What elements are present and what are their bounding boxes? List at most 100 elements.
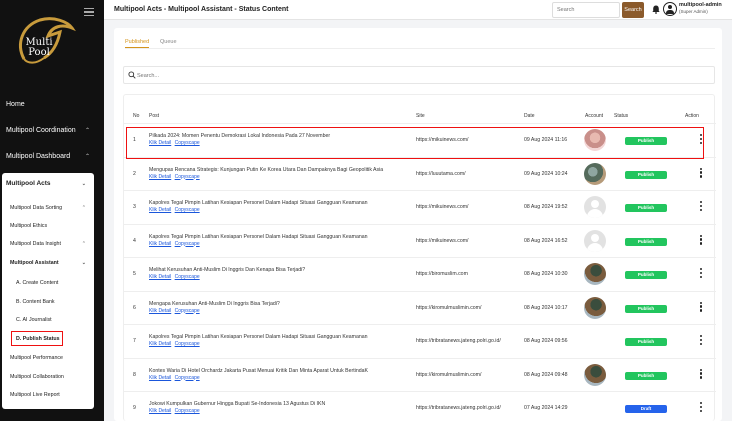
nav-item-ai-journalist[interactable]: C. AI Journalist xyxy=(2,315,94,325)
account-avatar xyxy=(584,296,606,319)
post-title: Kapolres Tegal Pimpin Latihan Kesiapan P… xyxy=(149,200,368,206)
status-badge: Publish xyxy=(625,338,667,346)
table-row: 2 Mengupas Rencana Strategis: Kunjungan … xyxy=(124,156,716,190)
post-date: 08 Aug 2024 10:30 xyxy=(524,271,568,277)
status-badge: Publish xyxy=(625,304,667,313)
header-search-button[interactable]: Search xyxy=(622,2,644,18)
row-number: 2 xyxy=(133,170,136,177)
top-header: Multipool Acts - Multipool Assistant - S… xyxy=(104,0,732,20)
nav-item-create-content[interactable]: A. Create Content xyxy=(2,278,94,288)
post-links: Klik Detail Copyscape xyxy=(149,274,202,280)
column-header-status: Status xyxy=(614,113,629,119)
post-title: Kapolres Tegal Pimpin Latihan Kesiapan P… xyxy=(149,233,368,240)
status-badge: Draft xyxy=(625,405,667,413)
nav-item-content-bank[interactable]: B. Content Bank xyxy=(2,297,94,307)
chevron-up-icon: ⌃ xyxy=(84,154,90,160)
status-badge: Publish xyxy=(625,170,667,179)
table-row: 4 Kapolres Tegal Pimpin Latihan Kesiapan… xyxy=(124,223,716,257)
post-links: Klik Detail Copyscape xyxy=(149,341,202,347)
post-date: 08 Aug 2024 16:52 xyxy=(524,237,568,244)
row-number: 6 xyxy=(133,304,136,311)
nav-item-coordination[interactable]: Multipool Coordination ⌃ xyxy=(0,123,104,139)
more-actions-icon[interactable] xyxy=(700,268,703,280)
more-actions-icon[interactable] xyxy=(700,167,703,180)
nav-item-multipool-acts[interactable]: Multipool Acts ⌄ xyxy=(2,179,94,189)
more-actions-icon[interactable] xyxy=(700,368,703,381)
site-url: https://biromuslim.com xyxy=(416,271,468,277)
detail-link[interactable]: Klik Detail xyxy=(149,375,171,381)
detail-link[interactable]: Klik Detail xyxy=(149,174,171,180)
nav-item-data-sorting[interactable]: Multipool Data Sorting ⌃ xyxy=(2,203,94,213)
user-name: multipool-admin xyxy=(679,2,722,8)
bell-icon[interactable] xyxy=(652,5,660,14)
detail-link[interactable]: Klik Detail xyxy=(149,241,171,247)
site-url: https://mikuinews.com/ xyxy=(416,237,469,244)
site-url: https://kiromulmuslimin.com/ xyxy=(416,371,482,378)
account-avatar xyxy=(584,363,606,386)
account-avatar xyxy=(584,229,606,252)
copyscape-link[interactable]: Copyscape xyxy=(175,375,200,381)
copyscape-link[interactable]: Copyscape xyxy=(175,408,200,414)
post-title: Melihat Kerusuhan Anti-Muslim Di Inggris… xyxy=(149,267,306,273)
more-actions-icon[interactable] xyxy=(700,234,703,247)
detail-link[interactable]: Klik Detail xyxy=(149,274,171,280)
table-row: 7 Kapolres Tegal Pimpin Latihan Kesiapan… xyxy=(124,324,716,357)
post-date: 08 Aug 2024 10:17 xyxy=(524,304,568,311)
post-links: Klik Detail Copyscape xyxy=(149,207,202,213)
user-role: (Super Admin) xyxy=(679,9,708,14)
nav-item-home[interactable]: Home xyxy=(0,97,104,113)
copyscape-link[interactable]: Copyscape xyxy=(175,174,200,180)
search-icon xyxy=(128,71,136,79)
detail-link[interactable]: Klik Detail xyxy=(149,308,171,314)
user-avatar-icon[interactable] xyxy=(663,2,677,16)
chevron-down-icon: ⌄ xyxy=(81,181,86,187)
content-card: Published Queue No Post Site Date Accoun… xyxy=(114,28,722,421)
account-avatar xyxy=(584,162,606,185)
site-url: https://luuutama.com/ xyxy=(416,170,466,177)
multipool-logo[interactable]: Multi Pool xyxy=(14,14,76,72)
status-badge: Publish xyxy=(625,271,667,279)
header-search-input[interactable] xyxy=(552,2,620,18)
column-header-post: Post xyxy=(149,113,160,119)
content-search-input[interactable] xyxy=(137,70,697,81)
detail-link[interactable]: Klik Detail xyxy=(149,207,171,213)
table-row: 9 Jokowi Kumpulkan Gubernur Hingga Bupat… xyxy=(124,391,716,421)
post-title: Kapolres Tegal Pimpin Latihan Kesiapan P… xyxy=(149,334,368,340)
nav-item-performance[interactable]: Multipool Performance xyxy=(2,353,94,363)
tab-published[interactable]: Published xyxy=(125,39,149,45)
nav-item-ethics[interactable]: Multipool Ethics xyxy=(2,221,94,231)
tab-queue[interactable]: Queue xyxy=(160,39,177,45)
copyscape-link[interactable]: Copyscape xyxy=(175,274,200,280)
post-links: Klik Detail Copyscape xyxy=(149,241,202,247)
post-date: 08 Aug 2024 19:52 xyxy=(524,204,568,210)
nav-item-data-insight[interactable]: Multipool Data Insight ⌃ xyxy=(2,239,94,249)
chevron-down-icon: ⌄ xyxy=(81,260,86,266)
logo-text: Multi Pool xyxy=(25,37,53,58)
nav-item-dashboard[interactable]: Multipool Dashboard ⌃ xyxy=(0,149,104,165)
more-actions-icon[interactable] xyxy=(700,402,703,414)
row-number: 8 xyxy=(133,371,136,378)
post-title: Mengupas Rencana Strategis: Kunjungan Pu… xyxy=(149,166,384,173)
submenu-multipool-acts: Multipool Acts ⌄ Multipool Data Sorting ⌃ … xyxy=(2,173,94,409)
detail-link[interactable]: Klik Detail xyxy=(149,408,171,414)
nav-item-live-report[interactable]: Multipool Live Report xyxy=(2,390,94,400)
first-row-highlight xyxy=(126,127,704,159)
detail-link[interactable]: Klik Detail xyxy=(149,341,171,347)
chevron-up-icon: ⌃ xyxy=(81,241,86,247)
copyscape-link[interactable]: Copyscape xyxy=(175,308,200,314)
more-actions-icon[interactable] xyxy=(700,201,703,213)
more-actions-icon[interactable] xyxy=(700,301,703,314)
chevron-up-icon: ⌃ xyxy=(84,128,90,134)
copyscape-link[interactable]: Copyscape xyxy=(175,341,200,347)
column-header-date: Date xyxy=(524,113,535,119)
copyscape-link[interactable]: Copyscape xyxy=(175,241,200,247)
more-actions-icon[interactable] xyxy=(700,335,703,347)
row-number: 5 xyxy=(133,271,136,277)
copyscape-link[interactable]: Copyscape xyxy=(175,207,200,213)
post-date: 08 Aug 2024 09:56 xyxy=(524,338,568,344)
nav-item-assistant[interactable]: Multipool Assistant ⌄ xyxy=(2,258,94,268)
menu-toggle-icon[interactable] xyxy=(84,8,94,18)
post-date: 09 Aug 2024 10:24 xyxy=(524,170,568,177)
content-search-bar[interactable] xyxy=(123,66,715,84)
nav-item-collaboration[interactable]: Multipool Collaboration xyxy=(2,372,94,382)
